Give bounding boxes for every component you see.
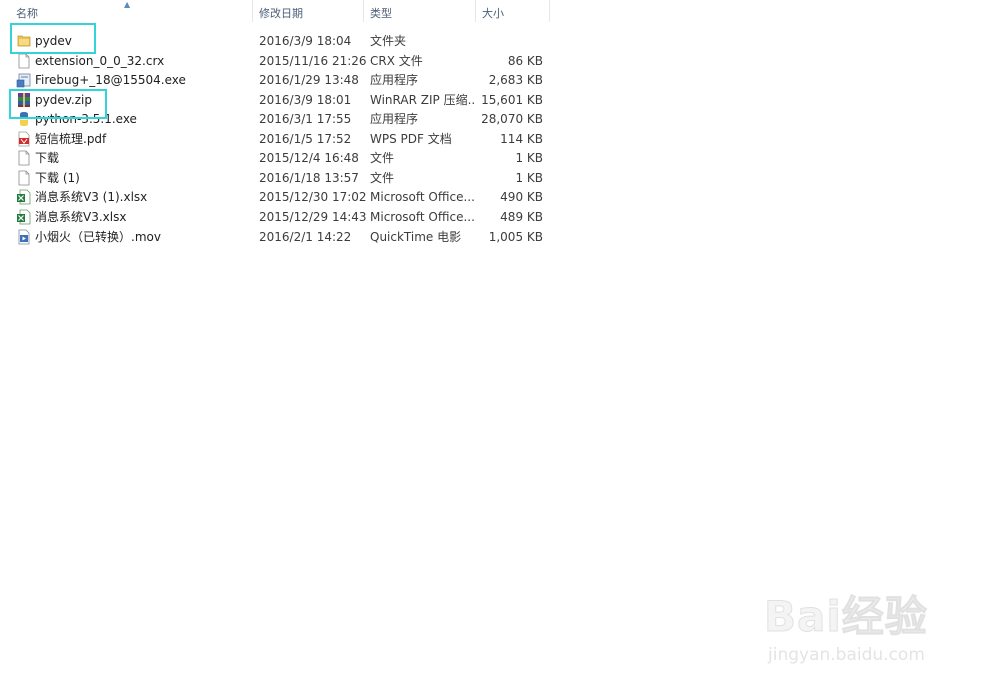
video-icon [16, 229, 32, 246]
file-date: 2016/1/18 13:57 [259, 171, 359, 185]
file-type: 应用程序 [370, 73, 419, 87]
column-header-type-label: 类型 [370, 7, 392, 20]
file-name: 下载 (1) [35, 171, 80, 185]
watermark-brand: Bai经验 [764, 592, 928, 642]
file-name: 下载 [35, 151, 60, 165]
column-divider[interactable] [549, 0, 550, 22]
file-type: QuickTime 电影 [370, 230, 462, 244]
file-size: 15,601 KB [481, 93, 543, 107]
file-icon [16, 170, 32, 187]
file-date: 2016/3/9 18:04 [259, 34, 352, 48]
file-size: 2,683 KB [488, 73, 543, 87]
file-row-mov[interactable]: 小烟火（已转换）.mov 2016/2/1 14:22 QuickTime 电影… [12, 228, 552, 247]
watermark-url: jingyan.baidu.com [768, 645, 925, 665]
file-row-xlsx-2[interactable]: 消息系统V3.xlsx 2015/12/29 14:43 Microsoft O… [12, 208, 552, 227]
file-type: 应用程序 [370, 112, 419, 126]
highlight-box-pydev-folder [10, 23, 96, 54]
file-icon [16, 150, 32, 167]
file-date: 2015/11/16 21:26 [259, 54, 367, 68]
file-size: 489 KB [500, 210, 543, 224]
file-date: 2016/1/5 17:52 [259, 132, 352, 146]
file-date: 2015/12/29 14:43 [259, 210, 367, 224]
file-size: 86 KB [507, 54, 543, 68]
file-size: 490 KB [500, 190, 543, 204]
file-row-xlsx-1[interactable]: 消息系统V3 (1).xlsx 2015/12/30 17:02 Microso… [12, 188, 552, 207]
column-header-size[interactable]: 大小 [476, 0, 550, 28]
file-row-extension-crx[interactable]: extension_0_0_32.crx 2015/11/16 21:26 CR… [12, 52, 552, 71]
file-type: Microsoft Office... [370, 190, 474, 204]
file-name: 短信梳理.pdf [35, 132, 107, 146]
column-header-bar: ▲ 名称 修改日期 类型 大小 [0, 0, 1000, 28]
column-header-type[interactable]: 类型 [364, 0, 476, 28]
file-date: 2016/3/9 18:01 [259, 93, 352, 107]
file-type: 文件 [370, 151, 395, 165]
file-date: 2015/12/4 16:48 [259, 151, 359, 165]
file-type: Microsoft Office... [370, 210, 474, 224]
file-date: 2016/2/1 14:22 [259, 230, 352, 244]
file-size: 1 KB [515, 171, 543, 185]
highlight-box-pydev-zip [9, 89, 107, 119]
file-row-firebug-exe[interactable]: Firebug+_18@15504.exe 2016/1/29 13:48 应用… [12, 71, 552, 90]
file-type: 文件夹 [370, 34, 407, 48]
column-header-date-label: 修改日期 [259, 7, 303, 20]
column-header-date[interactable]: 修改日期 [253, 0, 364, 28]
exe-icon [16, 72, 32, 89]
file-date: 2016/1/29 13:48 [259, 73, 359, 87]
file-size: 114 KB [500, 132, 543, 146]
file-type: WPS PDF 文档 [370, 132, 452, 146]
file-size: 1 KB [515, 151, 543, 165]
file-name: Firebug+_18@15504.exe [35, 73, 186, 87]
file-name: 消息系统V3.xlsx [35, 210, 127, 224]
file-row-xiazai[interactable]: 下载 2015/12/4 16:48 文件 1 KB [12, 149, 552, 168]
file-size: 1,005 KB [488, 230, 543, 244]
excel-icon [16, 209, 32, 226]
file-icon [16, 53, 32, 70]
file-size: 28,070 KB [481, 112, 543, 126]
file-name: 消息系统V3 (1).xlsx [35, 190, 148, 204]
file-row-pdf[interactable]: 短信梳理.pdf 2016/1/5 17:52 WPS PDF 文档 114 K… [12, 130, 552, 149]
file-row-xiazai-1[interactable]: 下载 (1) 2016/1/18 13:57 文件 1 KB [12, 169, 552, 188]
column-header-size-label: 大小 [482, 7, 504, 20]
file-explorer: ▲ 名称 修改日期 类型 大小 pydev 2016/3/9 18:04 文件夹 [0, 0, 1000, 688]
file-type: CRX 文件 [370, 54, 423, 68]
column-header-name-label: 名称 [16, 7, 38, 20]
baidu-jingyan-watermark: Bai经验 jingyan.baidu.com [764, 583, 984, 673]
file-type: WinRAR ZIP 压缩... [370, 93, 474, 107]
file-name: extension_0_0_32.crx [35, 54, 165, 68]
file-type: 文件 [370, 171, 395, 185]
file-date: 2016/3/1 17:55 [259, 112, 352, 126]
file-date: 2015/12/30 17:02 [259, 190, 367, 204]
excel-icon [16, 189, 32, 206]
file-name: 小烟火（已转换）.mov [35, 230, 161, 244]
pdf-icon [16, 131, 32, 148]
